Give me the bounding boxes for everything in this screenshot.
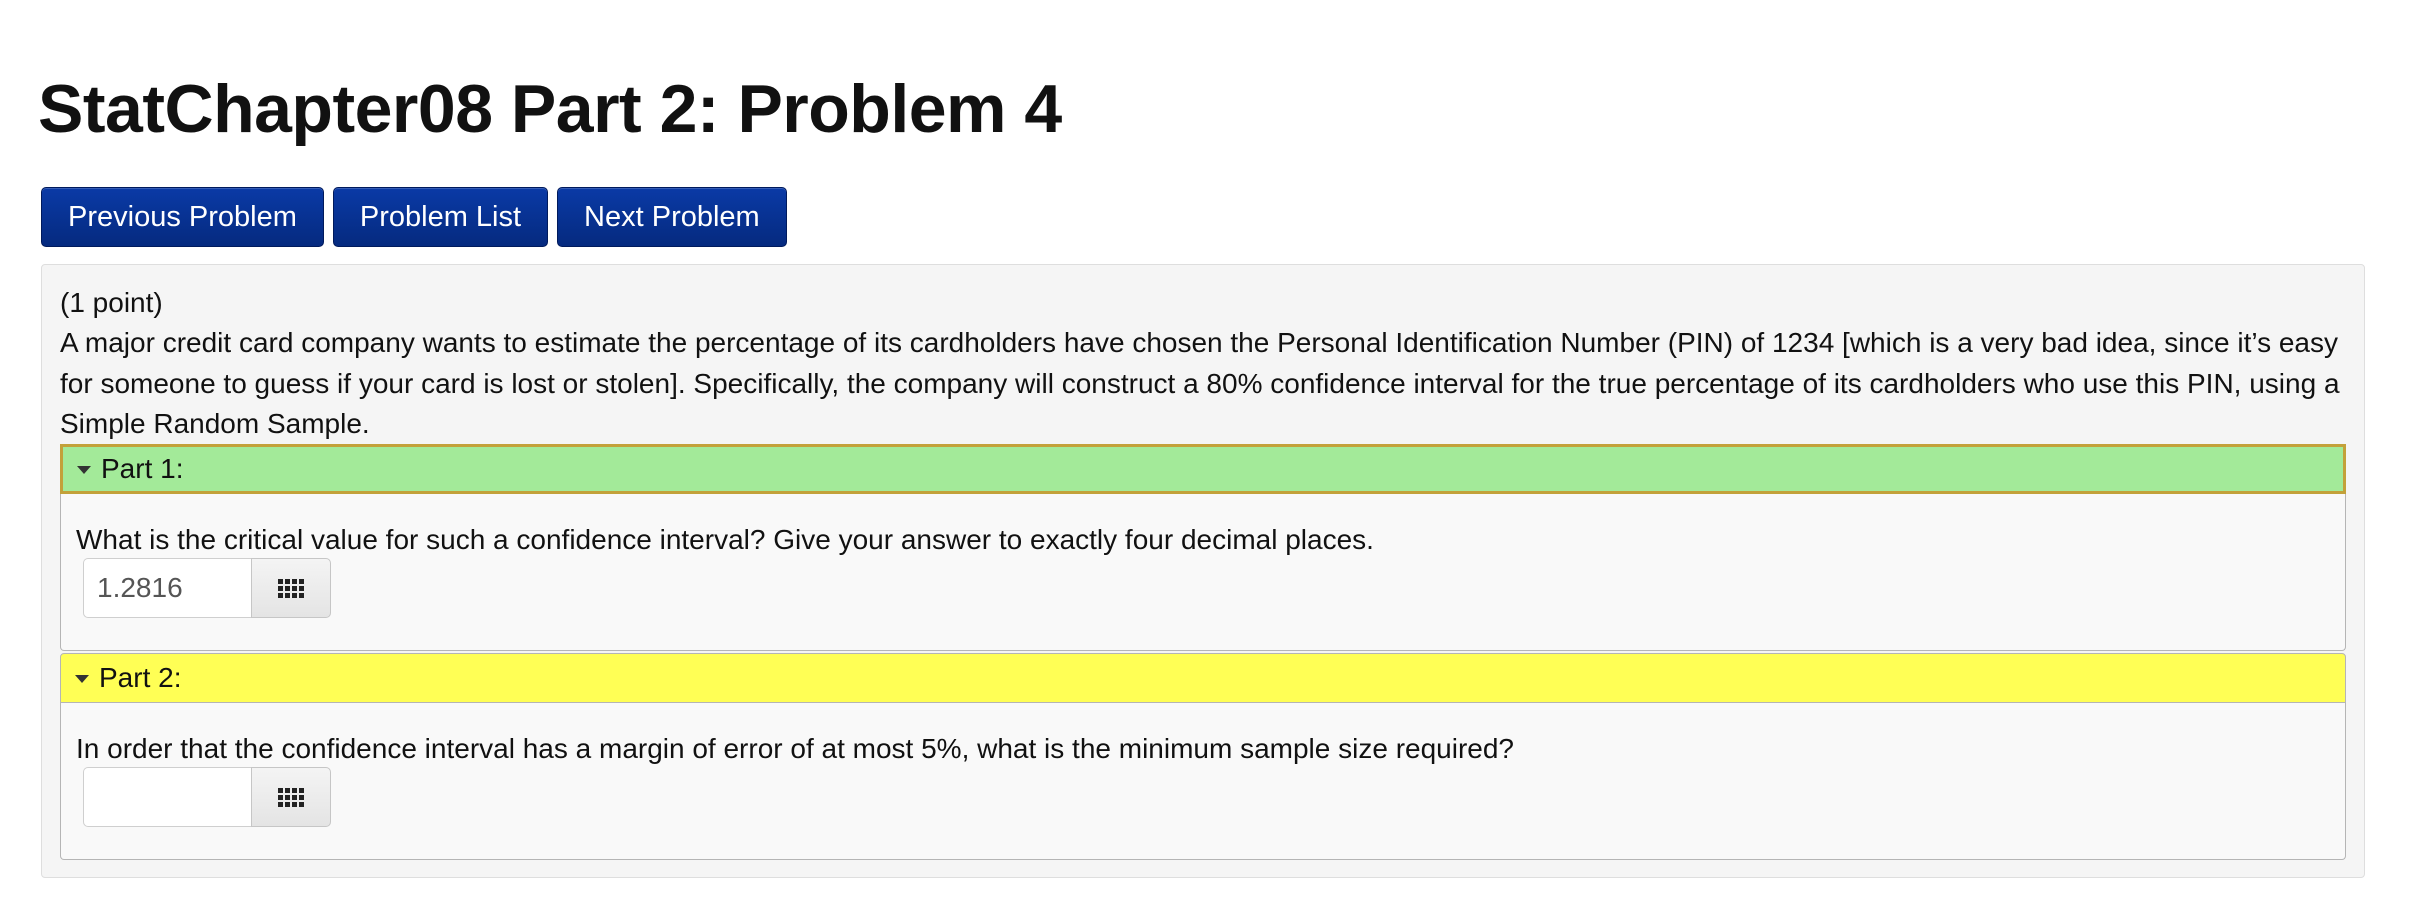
problem-list-button[interactable]: Problem List	[332, 187, 549, 247]
part-1-body: What is the critical value for such a co…	[60, 494, 2346, 651]
part-2-body: In order that the confidence interval ha…	[60, 703, 2346, 860]
part-2-keypad-button[interactable]	[251, 767, 331, 827]
keypad-grid-icon	[278, 787, 304, 807]
problem-points: (1 point)	[60, 287, 163, 318]
keypad-grid-icon	[278, 578, 304, 598]
page-title: StatChapter08 Part 2: Problem 4	[38, 71, 1062, 147]
part-1-header-label: Part 1:	[101, 453, 184, 484]
caret-down-icon	[77, 466, 91, 474]
problem-statement: A major credit card company wants to est…	[60, 327, 2340, 439]
previous-problem-button[interactable]: Previous Problem	[41, 187, 324, 247]
problem-page: StatChapter08 Part 2: Problem 4 Previous…	[0, 0, 2424, 900]
part-1-answer-input[interactable]	[83, 558, 251, 618]
part-2: Part 2: In order that the confidence int…	[60, 653, 2346, 860]
part-1-header[interactable]: Part 1:	[60, 444, 2346, 494]
part-1: Part 1: What is the critical value for s…	[60, 444, 2346, 651]
part-2-answer-input[interactable]	[83, 767, 251, 827]
part-1-question: What is the critical value for such a co…	[76, 524, 1374, 555]
part-2-question: In order that the confidence interval ha…	[76, 733, 1515, 764]
caret-down-icon	[75, 675, 89, 683]
part-2-header[interactable]: Part 2:	[60, 653, 2346, 703]
part-2-header-label: Part 2:	[99, 662, 182, 693]
problem-navigation: Previous Problem Problem List Next Probl…	[41, 187, 787, 247]
next-problem-button[interactable]: Next Problem	[557, 187, 787, 247]
part-1-keypad-button[interactable]	[251, 558, 331, 618]
part-2-answer-group	[83, 767, 331, 827]
part-1-answer-group	[83, 558, 331, 618]
problem-container: (1 point) A major credit card company wa…	[41, 264, 2365, 878]
